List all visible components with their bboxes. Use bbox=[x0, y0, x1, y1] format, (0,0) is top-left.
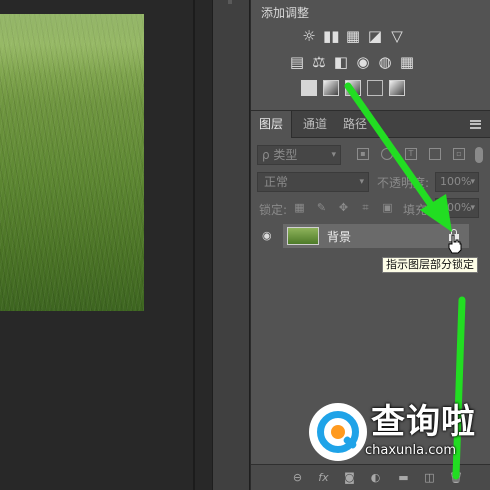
dock-grip[interactable] bbox=[228, 0, 232, 4]
photo-filter-icon[interactable]: ◉ bbox=[355, 54, 371, 70]
color-lookup-icon[interactable]: ▦ bbox=[399, 54, 415, 70]
adjustments-title: 添加调整 bbox=[261, 6, 310, 20]
posterize-icon[interactable] bbox=[323, 80, 339, 96]
layers-tab-bar: 图层 通道 路径 bbox=[251, 110, 490, 138]
filter-smart-object-icon[interactable]: ▫ bbox=[453, 148, 465, 160]
hue-saturation-icon[interactable]: ▤ bbox=[289, 54, 305, 70]
filter-kind-label: ρ 类型 bbox=[262, 148, 298, 162]
levels-icon[interactable]: ▮▮ bbox=[323, 28, 340, 44]
panel-dock-strip bbox=[212, 0, 250, 490]
layer-thumbnail[interactable] bbox=[287, 227, 319, 245]
lock-tooltip: 指示图层部分锁定 bbox=[382, 257, 478, 273]
link-layers-icon[interactable]: ⊖ bbox=[291, 471, 304, 484]
filter-kind-select[interactable]: ρ 类型 ▾ bbox=[257, 145, 341, 165]
blend-mode-value: 正常 bbox=[264, 175, 289, 189]
chevron-down-icon: ▾ bbox=[359, 177, 364, 187]
chevron-down-icon: ▾ bbox=[470, 203, 475, 213]
exposure-icon[interactable]: ◪ bbox=[367, 28, 383, 44]
panel-menu-icon[interactable] bbox=[470, 120, 481, 129]
layer-name[interactable]: 背景 bbox=[327, 228, 351, 245]
new-layer-icon[interactable]: ◫ bbox=[423, 471, 436, 484]
lock-transparent-icon[interactable]: ▦ bbox=[293, 201, 306, 214]
visibility-eye-icon[interactable]: ◉ bbox=[262, 230, 274, 242]
lock-artboard-icon[interactable]: ⌗ bbox=[359, 201, 372, 214]
black-white-icon[interactable]: ◧ bbox=[333, 54, 349, 70]
filter-pixel-icon[interactable]: ▪ bbox=[357, 148, 369, 160]
fill-label: 填充: bbox=[403, 203, 432, 217]
lock-image-icon[interactable]: ✎ bbox=[315, 201, 328, 214]
watermark-brand: 查询啦 bbox=[371, 402, 476, 442]
photo-highlight bbox=[0, 14, 144, 74]
tab-layers[interactable]: 图层 bbox=[251, 111, 293, 138]
watermark-url: chaxunla.com bbox=[365, 443, 456, 458]
fill-value: 100% bbox=[440, 201, 472, 214]
chevron-down-icon: ▾ bbox=[331, 150, 336, 160]
new-group-icon[interactable]: ▬ bbox=[397, 471, 410, 484]
adjustments-row-1: ☼ ▮▮ ▦ ◪ ▽ bbox=[301, 28, 405, 44]
delete-layer-icon[interactable]: 🗑 bbox=[449, 471, 463, 484]
hand-cursor-icon bbox=[448, 234, 462, 254]
fill-field[interactable]: 100% ▾ bbox=[435, 198, 479, 218]
canvas-area[interactable] bbox=[0, 0, 212, 490]
tab-paths[interactable]: 路径 bbox=[335, 111, 375, 138]
layer-filter-row: ρ 类型 ▾ ▪ T ▫ bbox=[257, 145, 485, 165]
gradient-map-icon[interactable] bbox=[389, 80, 405, 96]
opacity-field[interactable]: 100% ▾ bbox=[435, 172, 479, 192]
add-mask-icon[interactable]: ◙ bbox=[343, 471, 356, 484]
fx-icon[interactable]: fx bbox=[317, 471, 330, 484]
adjustments-row-3 bbox=[301, 80, 405, 96]
new-adjustment-icon[interactable]: ◐ bbox=[369, 471, 382, 484]
opacity-label: 不透明度: bbox=[377, 176, 430, 190]
lock-row: 锁定: ▦ ✎ ✥ ⌗ ▣ 填充: 100% ▾ bbox=[257, 198, 485, 218]
filter-adjustment-icon[interactable] bbox=[381, 148, 393, 160]
canvas-divider bbox=[193, 0, 195, 490]
lock-label: 锁定: bbox=[259, 203, 288, 217]
watermark-logo: 查询啦 chaxunla.com bbox=[309, 401, 481, 463]
filter-shape-icon[interactable] bbox=[429, 148, 441, 160]
adjustments-row-2: ▤ ⚖ ◧ ◉ ◍ ▦ bbox=[289, 54, 415, 70]
filter-toggle[interactable] bbox=[475, 147, 483, 163]
threshold-icon[interactable] bbox=[345, 80, 361, 96]
color-balance-icon[interactable]: ⚖ bbox=[311, 54, 327, 70]
curves-icon[interactable]: ▦ bbox=[345, 28, 361, 44]
lock-position-icon[interactable]: ✥ bbox=[337, 201, 350, 214]
opacity-value: 100% bbox=[440, 175, 472, 188]
blend-row: 正常 ▾ 不透明度: 100% ▾ bbox=[257, 172, 485, 192]
selective-color-icon[interactable] bbox=[367, 80, 383, 96]
watermark-q-dot bbox=[331, 425, 345, 439]
invert-icon[interactable] bbox=[301, 80, 317, 96]
filter-type-icon[interactable]: T bbox=[405, 148, 417, 160]
chevron-down-icon: ▾ bbox=[470, 177, 475, 187]
blend-mode-select[interactable]: 正常 ▾ bbox=[257, 172, 369, 192]
channel-mixer-icon[interactable]: ◍ bbox=[377, 54, 393, 70]
brightness-icon[interactable]: ☼ bbox=[301, 28, 317, 44]
vibrance-icon[interactable]: ▽ bbox=[389, 28, 405, 44]
tab-channels[interactable]: 通道 bbox=[295, 111, 335, 138]
lock-all-icon[interactable]: ▣ bbox=[381, 201, 394, 214]
layers-bottom-bar: ⊖ fx ◙ ◐ ▬ ◫ 🗑 bbox=[251, 464, 490, 490]
